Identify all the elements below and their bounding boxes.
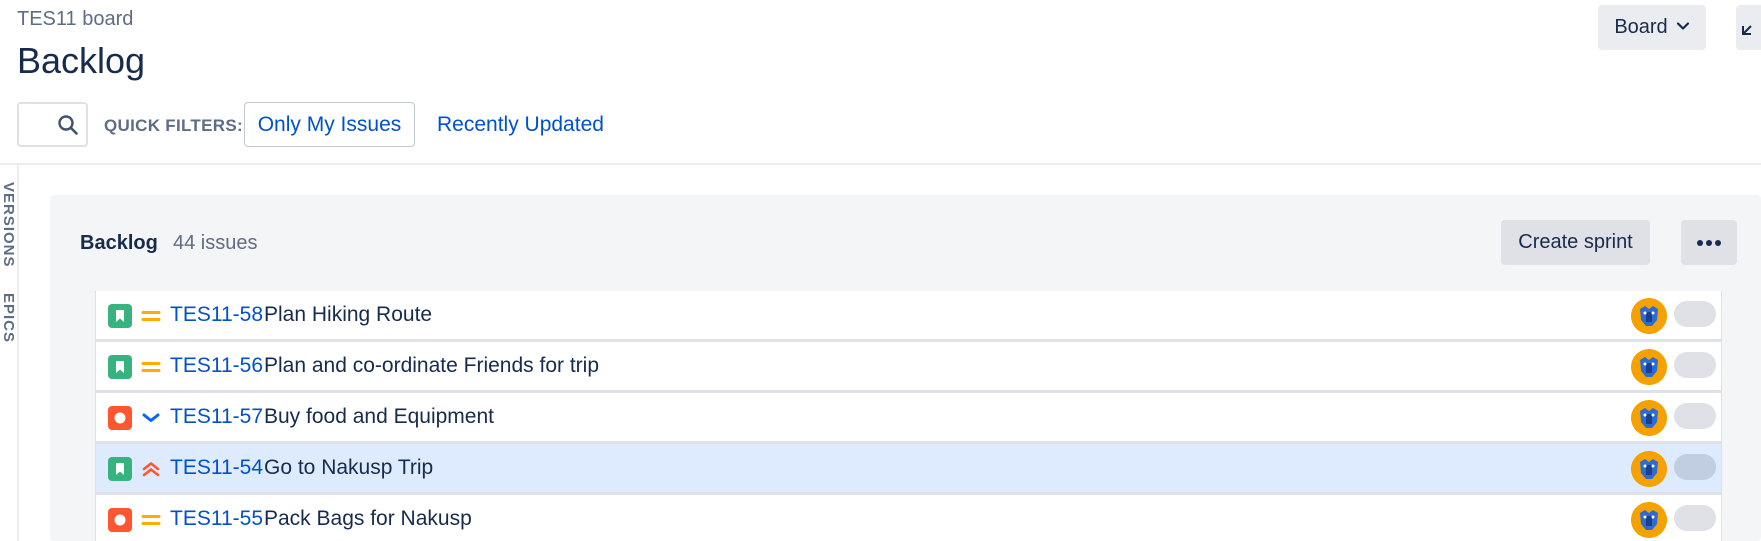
issue-summary: Buy food and Equipment: [264, 405, 494, 428]
versions-tab[interactable]: VERSIONS: [0, 182, 17, 268]
issue-key[interactable]: TES11-58: [170, 303, 263, 327]
board-name: TES11 board: [17, 8, 134, 30]
issue-list: TES11-58 Plan Hiking Route TES11-56 Plan…: [95, 291, 1722, 541]
create-sprint-button[interactable]: Create sprint: [1501, 220, 1650, 265]
backlog-title: Backlog: [80, 232, 158, 254]
board-view-label: Board: [1614, 16, 1668, 38]
story-icon: [108, 304, 132, 328]
filter-recently-updated[interactable]: Recently Updated: [437, 102, 604, 147]
issue-summary: Plan Hiking Route: [264, 303, 433, 326]
issue-key[interactable]: TES11-56: [170, 354, 263, 378]
issue-summary: Plan and co-ordinate Friends for trip: [264, 354, 600, 377]
bug-icon: [108, 508, 132, 532]
estimate-badge: [1674, 301, 1716, 327]
story-icon: [108, 457, 132, 481]
search-input[interactable]: [17, 102, 88, 147]
issue-summary: Pack Bags for Nakusp: [264, 507, 472, 530]
priority-low-icon: [140, 407, 162, 429]
quick-filters-label: QUICK FILTERS:: [104, 116, 243, 135]
issue-row[interactable]: TES11-56 Plan and co-ordinate Friends fo…: [95, 342, 1722, 393]
avatar[interactable]: [1631, 349, 1667, 385]
issue-key[interactable]: TES11-55: [170, 507, 263, 531]
estimate-badge: [1674, 403, 1716, 429]
chevron-down-icon: [1676, 16, 1690, 39]
issue-key[interactable]: TES11-54: [170, 456, 263, 480]
page-title: Backlog: [17, 40, 146, 81]
avatar[interactable]: [1631, 451, 1667, 487]
priority-medium-icon: [140, 356, 162, 378]
priority-medium-icon: [140, 305, 162, 327]
issue-summary: Go to Nakusp Trip: [264, 456, 434, 479]
issue-row[interactable]: TES11-57 Buy food and Equipment: [95, 393, 1722, 444]
estimate-badge: [1674, 352, 1716, 378]
collapse-button[interactable]: [1736, 5, 1761, 50]
story-icon: [108, 355, 132, 379]
more-horizontal-icon: [1696, 234, 1722, 252]
bug-icon: [108, 406, 132, 430]
epics-tab[interactable]: EPICS: [0, 293, 17, 343]
estimate-badge: [1674, 454, 1716, 480]
estimate-badge: [1674, 505, 1716, 531]
issue-key[interactable]: TES11-57: [170, 405, 263, 429]
filter-only-my-issues[interactable]: Only My Issues: [244, 102, 415, 147]
board-view-button[interactable]: Board: [1598, 5, 1706, 50]
avatar[interactable]: [1631, 502, 1667, 538]
avatar[interactable]: [1631, 298, 1667, 334]
backlog-issue-count: 44 issues: [173, 232, 258, 254]
priority-highest-icon: [140, 458, 162, 480]
issue-row[interactable]: TES11-58 Plan Hiking Route: [95, 291, 1722, 342]
priority-medium-icon: [140, 509, 162, 531]
issue-row[interactable]: TES11-55 Pack Bags for Nakusp: [95, 495, 1722, 541]
avatar[interactable]: [1631, 400, 1667, 436]
issue-row-selected[interactable]: TES11-54 Go to Nakusp Trip: [95, 444, 1722, 495]
header-divider: [0, 163, 1761, 165]
more-actions-button[interactable]: [1681, 220, 1737, 265]
